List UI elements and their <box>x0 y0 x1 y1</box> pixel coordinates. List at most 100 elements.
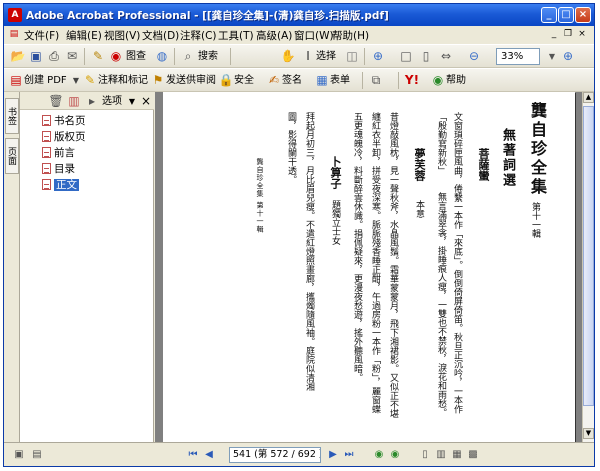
chevron-down-icon[interactable]: ▼ <box>544 48 560 65</box>
layout-icon[interactable]: ⧉ <box>368 72 384 89</box>
expand-bookmark-icon[interactable]: ▸ <box>84 93 100 110</box>
menu-file[interactable]: 文件(F) <box>24 28 59 43</box>
menu-view[interactable]: 视图(V) <box>104 28 140 43</box>
open-folder-icon[interactable]: 📂 <box>10 48 26 65</box>
poem3-line: 拜起月初三，月比眉兒瘦。不遣紅燈照畫廊，攜燭隨風袖。庭院似清湘 <box>304 112 314 391</box>
page-number-field[interactable]: 541 (第 572 / 692 页) <box>229 447 321 463</box>
acrobat-app-icon[interactable]: A <box>8 8 22 22</box>
menu-document[interactable]: 文档(D) <box>142 28 179 43</box>
continuous-icon[interactable]: ▥ <box>434 448 448 462</box>
bookmark-item[interactable]: 前言 <box>42 146 75 160</box>
title-bar[interactable]: A Adobe Acrobat Professional - [[龚自珍全集]-… <box>4 4 594 26</box>
close-button[interactable]: × <box>575 7 591 23</box>
document-view[interactable]: 龔自珍全集 第十一輯 無著詞選 菩薩蠻 文窗瑣碎匣風曲，倦繫一本作「來底」。倒倒… <box>155 92 582 442</box>
poem1-line: 文窗瑣碎匣風曲，倦繫一本作「來底」。倒倒倚屏倚笛。秋旦正沉吟，一本作 <box>452 112 462 414</box>
vertical-scrollbar[interactable]: ▲ ▼ <box>582 92 594 442</box>
scroll-up-icon[interactable]: ▲ <box>583 92 594 103</box>
previous-page-icon[interactable]: ◀ <box>202 448 216 462</box>
menu-edit[interactable]: 编辑(E) <box>66 28 102 43</box>
sign-button[interactable]: 签名 <box>282 72 302 89</box>
window-icon[interactable]: ▣ <box>12 448 26 462</box>
bookmark-item[interactable]: 书名页 <box>42 114 86 128</box>
send-review-button[interactable]: 发送供审阅 <box>166 72 216 89</box>
maximize-button[interactable]: □ <box>558 7 574 23</box>
help-button[interactable]: 帮助 <box>446 72 466 89</box>
web-icon[interactable]: ◍ <box>154 48 170 65</box>
main-toolbar: 📂 ▣ ⎙ ✉ ✎ ◉ 图查 ◍ ⌕ 搜索 ✋ I 选择 ◫ ⊕ □ ▯ ⇔ ⊖… <box>4 44 594 68</box>
fit-page-icon[interactable]: ▯ <box>418 48 434 65</box>
forms-icon[interactable]: ▦ <box>314 72 330 89</box>
doc-minimize-icon[interactable]: _ <box>548 28 560 40</box>
lock-icon[interactable]: 🔒 <box>218 72 234 89</box>
save-icon[interactable]: ▣ <box>28 48 44 65</box>
secure-button[interactable]: 安全 <box>234 72 254 89</box>
menu-advanced[interactable]: 高级(A) <box>256 28 292 43</box>
tab-pages[interactable]: 页面 <box>5 138 19 174</box>
attach-icon[interactable]: ✎ <box>90 48 106 65</box>
acrobat-window: A Adobe Acrobat Professional - [[龚自珍全集]-… <box>3 3 595 467</box>
forward-view-icon[interactable]: ◉ <box>388 448 402 462</box>
next-page-icon[interactable]: ▶ <box>326 448 340 462</box>
pdf-page: 龔自珍全集 第十一輯 無著詞選 菩薩蠻 文窗瑣碎匣風曲，倦繫一本作「來底」。倒倒… <box>163 92 575 442</box>
doc-restore-icon[interactable]: ❐ <box>562 28 574 40</box>
tab-bookmarks[interactable]: 书签 <box>5 98 19 134</box>
menu-window[interactable]: 窗口(W) <box>294 28 334 43</box>
select-tool-button[interactable]: 选择 <box>316 48 336 65</box>
create-pdf-icon[interactable]: ▤ <box>8 72 24 89</box>
create-pdf-button[interactable]: 创建 PDF <box>24 72 67 89</box>
continuous-facing-icon[interactable]: ▩ <box>466 448 480 462</box>
send-review-icon[interactable]: ⚑ <box>150 72 166 89</box>
bookmark-item[interactable]: 版权页 <box>42 130 86 144</box>
fit-width-icon[interactable]: ⇔ <box>438 48 454 65</box>
facing-icon[interactable]: ▦ <box>450 448 464 462</box>
doc-close-icon[interactable]: × <box>576 28 588 40</box>
email-icon[interactable]: ✉ <box>64 48 80 65</box>
delete-bookmark-icon[interactable]: 🗑 <box>48 93 64 110</box>
options-menu[interactable]: 选项 <box>102 93 122 110</box>
zoom-out-icon[interactable]: ⊖ <box>466 48 482 65</box>
back-view-icon[interactable]: ◉ <box>372 448 386 462</box>
poem1-line: 「殷勤寫新秋」 <box>436 112 446 175</box>
hand-tool-icon[interactable]: ✋ <box>280 48 296 65</box>
scroll-down-icon[interactable]: ▼ <box>583 428 594 439</box>
poem3-line: 圖，影得闌干透。 <box>286 112 296 184</box>
document-icon[interactable]: ▤ <box>8 28 20 40</box>
single-page-icon[interactable]: ▯ <box>418 448 432 462</box>
zoom-in-tool-icon[interactable]: ⊕ <box>370 48 386 65</box>
bookmarks-toolbar: 🗑 ▥ ▸ 选项 ▼ × <box>20 92 154 110</box>
first-page-icon[interactable]: ⏮ <box>186 448 200 462</box>
scroll-thumb[interactable] <box>583 106 594 406</box>
new-bookmark-icon[interactable]: ▥ <box>66 93 82 110</box>
menu-help[interactable]: 帮助(H) <box>332 28 369 43</box>
create-pdf-label[interactable]: 图查 <box>126 48 146 65</box>
close-panel-icon[interactable]: × <box>138 93 154 110</box>
page-layout-icon[interactable]: ▤ <box>30 448 44 462</box>
zoom-in-icon[interactable]: ⊕ <box>560 48 576 65</box>
sign-icon[interactable]: ✍ <box>266 72 282 89</box>
bookmark-item-selected[interactable]: 正文 <box>42 178 79 192</box>
poem1-title: 菩薩蠻 <box>477 148 490 181</box>
yahoo-icon[interactable]: Y! <box>404 72 420 89</box>
bookmark-item[interactable]: 目录 <box>42 162 75 176</box>
zoom-level-field[interactable]: 33% <box>496 48 540 65</box>
comment-icon[interactable]: ✎ <box>82 72 98 89</box>
last-page-icon[interactable]: ⏭ <box>342 448 356 462</box>
create-pdf-web-icon[interactable]: ◉ <box>108 48 124 65</box>
minimize-button[interactable]: _ <box>541 7 557 23</box>
menu-bar: ▤ 文件(F) 编辑(E) 视图(V) 文档(D) 注释(C) 工具(T) 高级… <box>4 26 594 44</box>
actual-size-icon[interactable]: □ <box>398 48 414 65</box>
select-tool-icon[interactable]: I <box>300 48 316 65</box>
print-icon[interactable]: ⎙ <box>46 48 62 65</box>
poem2-note: 本意 <box>414 200 424 218</box>
comment-markup-button[interactable]: 注释和标记 <box>98 72 148 89</box>
help-icon[interactable]: ◉ <box>430 72 446 89</box>
page-icon <box>42 115 51 126</box>
menu-comments[interactable]: 注释(C) <box>180 28 217 43</box>
poem2-title: 夢芙蓉 <box>413 148 426 181</box>
bookmarks-panel: 🗑 ▥ ▸ 选项 ▼ × 书名页 版权页 前言 目录 正文 <box>20 92 154 442</box>
search-button[interactable]: 搜索 <box>198 48 218 65</box>
menu-tools[interactable]: 工具(T) <box>218 28 254 43</box>
forms-button[interactable]: 表单 <box>330 72 350 89</box>
binoculars-icon[interactable]: ⌕ <box>180 48 196 65</box>
snapshot-icon[interactable]: ◫ <box>344 48 360 65</box>
